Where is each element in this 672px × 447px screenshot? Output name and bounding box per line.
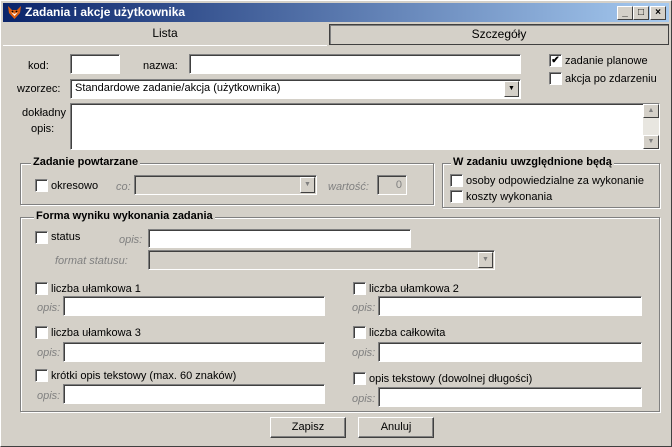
krotki-opis-input[interactable] [63,384,325,404]
wzorzec-select[interactable]: Standardowe zadanie/akcja (użytkownika) … [70,79,521,99]
zadanie-powtarzane-title: Zadanie powtarzane [31,156,141,168]
krotki-opis-opis-label: opis: [37,390,61,402]
liczba-ulamkowa-3-checkbox[interactable] [35,326,48,339]
osoby-label: osoby odpowiedzialne za wykonanie [466,175,644,187]
main-window: Zadania i akcje użytkownika _ □ × Lista … [0,0,672,447]
dokladny-label: dokładny [22,107,67,119]
wzorzec-value: Standardowe zadanie/akcja (użytkownika) [75,82,281,94]
okresowo-label: okresowo [51,180,99,192]
minimize-icon[interactable]: _ [617,6,633,20]
status-label: status [51,231,81,243]
liczba-ulamkowa-3-opis-input[interactable] [63,342,325,362]
tab-divider [3,45,327,46]
fox-icon[interactable] [7,5,22,20]
liczba-calkowita-opis-label: opis: [352,347,376,359]
co-label: co: [116,181,131,193]
uwzglednione-title: W zadaniu uwzględnione będą [451,156,614,168]
zadanie-planowe-checkbox[interactable]: ✔ [549,54,562,67]
liczba-ulamkowa-2-label: liczba ułamkowa 2 [369,283,459,295]
opis-tekstowy-label: opis tekstowy (dowolnej długości) [369,373,533,385]
forma-wyniku-title: Forma wyniku wykonania zadania [34,210,215,222]
scroll-down-icon[interactable]: ▼ [643,135,659,149]
liczba-ulamkowa-1-label: liczba ułamkowa 1 [51,283,141,295]
zadanie-planowe-label: zadanie planowe [565,55,648,67]
nazwa-label: nazwa: [143,60,178,72]
wzorzec-label: wzorzec: [17,83,61,95]
liczba-ulamkowa-2-opis-label: opis: [352,302,376,314]
krotki-opis-label: krótki opis tekstowy (max. 60 znaków) [51,370,237,382]
liczba-ulamkowa-1-opis-input[interactable] [63,296,325,316]
opis-tekstowy-checkbox[interactable] [353,372,366,385]
chevron-down-icon[interactable]: ▼ [478,252,493,268]
wartosc-label: wartość: [328,181,369,193]
close-icon[interactable]: × [650,6,666,20]
liczba-calkowita-checkbox[interactable] [353,326,366,339]
opis-label: opis: [31,123,55,135]
tab-lista[interactable]: Lista [3,24,327,45]
status-opis-label: opis: [119,234,143,246]
tab-lista-label: Lista [152,26,178,40]
koszty-checkbox[interactable] [450,190,463,203]
format-statusu-select[interactable]: ▼ [148,250,495,270]
liczba-ulamkowa-2-checkbox[interactable] [353,282,366,295]
liczba-ulamkowa-1-checkbox[interactable] [35,282,48,295]
maximize-icon[interactable]: □ [633,6,649,20]
title-bar: Zadania i akcje użytkownika _ □ × [3,3,669,22]
scrollbar[interactable]: ▲ ▼ [643,104,659,149]
co-select[interactable]: ▼ [134,175,317,195]
kod-label: kod: [28,60,49,72]
okresowo-checkbox[interactable] [35,179,48,192]
liczba-ulamkowa-3-opis-label: opis: [37,347,61,359]
scroll-up-icon[interactable]: ▲ [643,104,659,118]
liczba-calkowita-opis-input[interactable] [378,342,642,362]
wartosc-input[interactable]: 0 [377,175,407,195]
format-statusu-label: format statusu: [55,255,128,267]
akcja-po-zdarzeniu-label: akcja po zdarzeniu [565,73,657,85]
nazwa-input[interactable] [189,54,521,74]
krotki-opis-checkbox[interactable] [35,369,48,382]
tab-szczegoly-label: Szczegóły [471,27,527,41]
zapisz-button[interactable]: Zapisz [270,417,346,438]
osoby-checkbox[interactable] [450,174,463,187]
tab-szczegoly[interactable]: Szczegóły [329,24,669,45]
status-checkbox[interactable] [35,231,48,244]
liczba-ulamkowa-1-opis-label: opis: [37,302,61,314]
check-icon: ✔ [551,55,560,66]
status-opis-input[interactable] [148,229,411,248]
liczba-ulamkowa-3-label: liczba ułamkowa 3 [51,327,141,339]
akcja-po-zdarzeniu-checkbox[interactable] [549,72,562,85]
koszty-label: koszty wykonania [466,191,553,203]
liczba-ulamkowa-2-opis-input[interactable] [378,296,642,316]
dokladny-opis-textarea[interactable]: ▲ ▼ [70,103,660,150]
liczba-calkowita-label: liczba całkowita [369,327,446,339]
opis-tekstowy-input[interactable] [378,387,642,407]
chevron-down-icon[interactable]: ▼ [504,81,519,97]
window-title: Zadania i akcje użytkownika [25,5,186,19]
chevron-down-icon[interactable]: ▼ [300,177,315,193]
opis-tekstowy-opis-label: opis: [352,393,376,405]
anuluj-button[interactable]: Anuluj [358,417,434,438]
kod-input[interactable] [70,54,120,74]
